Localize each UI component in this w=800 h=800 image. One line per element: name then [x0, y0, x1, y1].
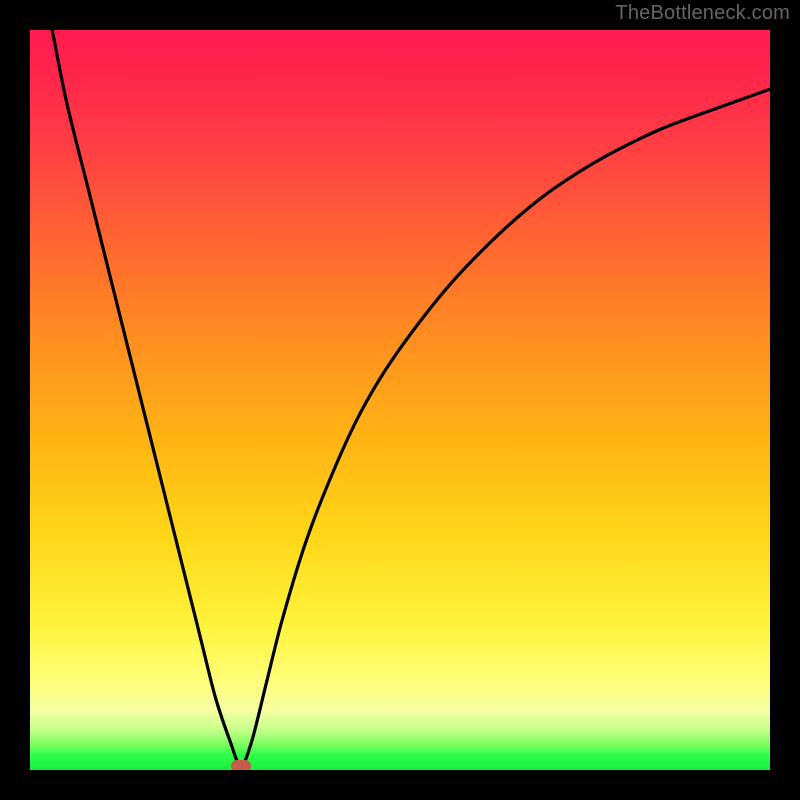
bottleneck-curve [30, 30, 770, 770]
watermark-text: TheBottleneck.com [615, 2, 790, 25]
plot-area [30, 30, 770, 770]
chart-frame: TheBottleneck.com [0, 0, 800, 800]
minimum-marker [231, 760, 251, 770]
